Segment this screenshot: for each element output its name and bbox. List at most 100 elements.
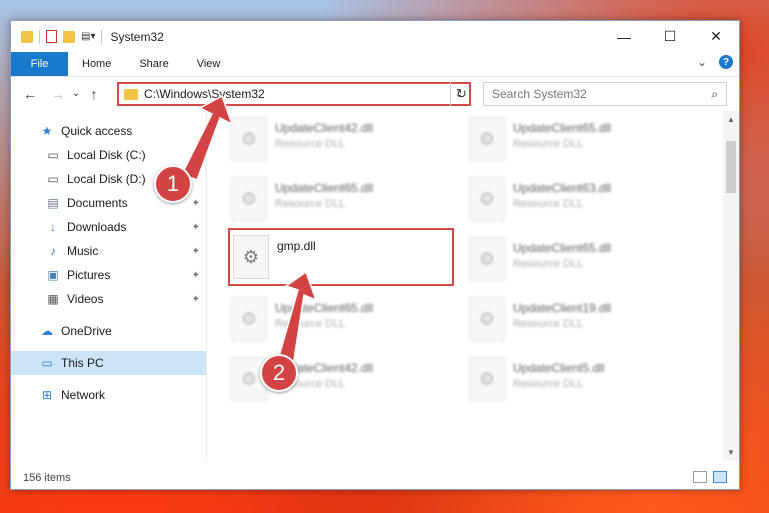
sidebar-item-music[interactable]: ♪ Music ✦ [11,239,206,263]
properties-icon[interactable] [46,30,57,43]
close-button[interactable]: ✕ [693,21,739,52]
expand-ribbon-icon[interactable]: ⌄ [697,55,707,69]
tab-view[interactable]: View [183,52,235,76]
sidebar-item-downloads[interactable]: ↓ Downloads ✦ [11,215,206,239]
recent-locations-button[interactable]: ⌄ [69,88,83,99]
navigation-pane: ★ Quick access ▭ Local Disk (C:) ✦ ▭ Loc… [11,111,206,461]
file-name: UpdateClient19.dll [513,301,612,315]
file-name: UpdateClient65.dll [275,181,374,195]
list-item[interactable]: ⚙ UpdateClient65.dll Resource DLL [231,297,451,353]
new-folder-icon[interactable] [63,30,75,43]
dll-file-icon: ⚙ [231,297,267,341]
pin-icon[interactable]: ✦ [192,150,200,161]
sidebar-item-network[interactable]: ⊞ Network [11,383,206,407]
file-type: Resource DLL [513,318,584,330]
tab-share[interactable]: Share [125,52,182,76]
file-type: Resource DLL [513,258,584,270]
pin-icon[interactable]: ✦ [192,270,200,281]
item-count: 156 items [23,472,71,484]
search-input[interactable]: Search System32 ⌕ [483,82,727,106]
network-icon: ⊞ [41,388,53,402]
sidebar-item-label: Documents [67,196,128,210]
list-item[interactable]: ⚙ UpdateClient63.dll Resource DLL [469,177,689,233]
folder-icon [21,30,33,43]
ribbon-tabs: File Home Share View ⌄ ? [11,52,739,76]
documents-icon: ▤ [47,196,59,210]
tiles-view-icon[interactable] [713,471,727,483]
pin-icon[interactable]: ✦ [192,222,200,233]
sidebar-item-label: Downloads [67,220,127,234]
sidebar-item-label: Quick access [61,124,133,138]
sidebar-item-label: Pictures [67,268,111,282]
details-view-icon[interactable] [693,471,707,483]
address-bar[interactable]: C:\Windows\System32 ⌄ [117,82,471,106]
main-area: ★ Quick access ▭ Local Disk (C:) ✦ ▭ Loc… [11,111,739,461]
sidebar-item-label: Music [67,244,99,258]
cloud-icon: ☁ [41,324,53,338]
sidebar-item-label: Local Disk (C:) [67,148,146,162]
minimize-button[interactable]: — [601,21,647,52]
view-toggle [693,471,727,483]
maximize-button[interactable]: ☐ [647,21,693,52]
file-name: UpdateClient65.dll [513,121,612,135]
sidebar-item-label: Local Disk (D:) [67,172,146,186]
window-title: System32 [110,29,164,44]
file-explorer-window: ▤▾ System32 — ☐ ✕ File Home Share View ⌄… [10,20,740,490]
title-bar: ▤▾ System32 — ☐ ✕ [11,21,739,52]
pictures-icon: ▣ [47,268,59,282]
videos-icon: ▦ [47,292,59,306]
pin-icon[interactable]: ✦ [192,174,200,185]
scroll-down-icon[interactable]: ▼ [723,448,739,457]
file-type: Resource DLL [275,138,346,150]
search-icon[interactable]: ⌕ [711,87,718,102]
file-list: ⚙ UpdateClient42.dll Resource DLL ⚙ Updat… [207,111,739,461]
vertical-scrollbar[interactable]: ▲ ▼ [723,111,739,461]
sidebar-item-label: Network [61,388,106,402]
tab-file[interactable]: File [11,52,68,76]
sidebar-item-label: Videos [67,292,104,306]
sidebar-item-videos[interactable]: ▦ Videos ✦ [11,287,206,311]
quick-access-toolbar: ▤▾ [11,29,103,44]
sidebar-item-label: This PC [61,356,104,370]
list-item[interactable]: ⚙ UpdateClient65.dll Resource DLL [469,117,689,173]
status-bar: 156 items [11,467,739,489]
list-item[interactable]: ⚙ UpdateClient65.dll Resource DLL [231,177,451,233]
help-icon[interactable]: ? [719,55,733,69]
file-type: Resource DLL [513,198,584,210]
list-item[interactable]: ⚙ UpdateClient42.dll Resource DLL [231,117,451,173]
ribbon-controls: ⌄ ? [697,55,733,69]
pin-icon[interactable]: ✦ [192,246,200,257]
list-item[interactable]: ⚙ UpdateClient19.dll Resource DLL [469,297,689,353]
file-type: Resource DLL [275,198,346,210]
sidebar-item-pictures[interactable]: ▣ Pictures ✦ [11,263,206,287]
step-1-badge: 1 [154,165,192,203]
toolbar-separator [101,29,103,44]
sidebar-item-onedrive[interactable]: ☁ OneDrive [11,319,206,343]
back-button[interactable]: ← [19,86,41,102]
dll-file-icon: ⚙ [469,177,505,221]
address-path[interactable]: C:\Windows\System32 [144,87,449,101]
refresh-button[interactable]: ↻ [450,82,472,106]
scroll-up-icon[interactable]: ▲ [723,115,739,124]
dll-file-icon: ⚙ [231,117,267,161]
file-type: Resource DLL [513,378,584,390]
toolbar-separator [39,29,40,44]
pin-icon[interactable]: ✦ [192,294,200,305]
sidebar-item-label: OneDrive [61,324,112,338]
sidebar-item-this-pc[interactable]: ▭ This PC [11,351,206,375]
dll-file-icon: ⚙ [469,237,505,281]
star-icon: ★ [41,124,53,138]
customize-toolbar-icon[interactable]: ▤▾ [81,31,95,42]
sidebar-item-local-disk-c[interactable]: ▭ Local Disk (C:) ✦ [11,143,206,167]
scrollbar-thumb[interactable] [726,141,736,193]
forward-button[interactable]: → [47,86,69,102]
sidebar-item-quick-access[interactable]: ★ Quick access [11,119,206,143]
pin-icon[interactable]: ✦ [192,198,200,209]
file-name: UpdateClient65.dll [513,241,612,255]
tab-home[interactable]: Home [68,52,125,76]
file-type: Resource DLL [513,138,584,150]
list-item[interactable]: ⚙ UpdateClient5.dll Resource DLL [469,357,689,413]
dll-file-icon: ⚙ [231,177,267,221]
list-item[interactable]: ⚙ UpdateClient65.dll Resource DLL [469,237,689,293]
up-button[interactable]: ↑ [83,86,105,102]
